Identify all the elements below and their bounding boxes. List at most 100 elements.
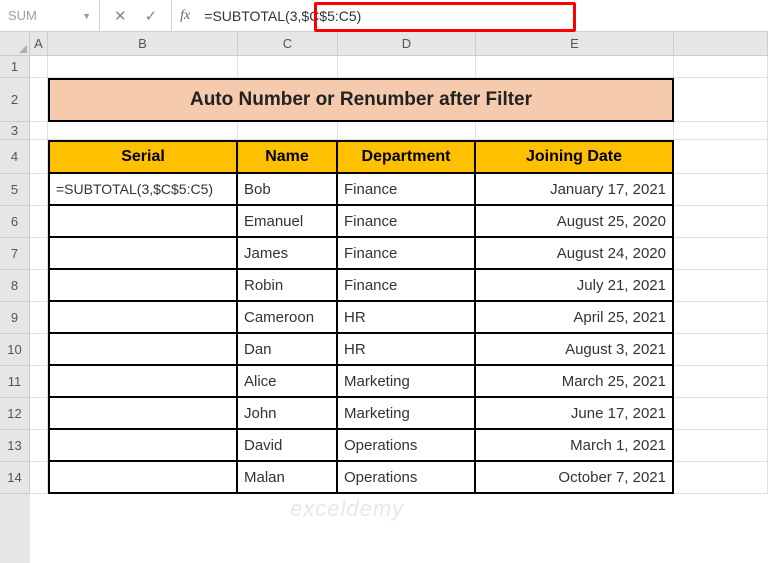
cell-serial[interactable]: [48, 238, 238, 270]
row-header-5[interactable]: 5: [0, 174, 30, 206]
col-header-B[interactable]: B: [48, 32, 238, 56]
cell-name[interactable]: Robin: [238, 270, 338, 302]
col-header-C[interactable]: C: [238, 32, 338, 56]
chevron-down-icon[interactable]: ▼: [82, 11, 91, 21]
cell[interactable]: [30, 366, 48, 398]
cell[interactable]: [476, 122, 674, 140]
cell-name[interactable]: David: [238, 430, 338, 462]
row-header-1[interactable]: 1: [0, 56, 30, 78]
col-header-D[interactable]: D: [338, 32, 476, 56]
row-header-9[interactable]: 9: [0, 302, 30, 334]
cell-name[interactable]: Emanuel: [238, 206, 338, 238]
cell[interactable]: [674, 462, 768, 494]
cell[interactable]: [30, 206, 48, 238]
row-header-4[interactable]: 4: [0, 140, 30, 174]
cell[interactable]: [30, 398, 48, 430]
cell[interactable]: [674, 270, 768, 302]
cell[interactable]: [30, 334, 48, 366]
cell[interactable]: [30, 174, 48, 206]
row-header-12[interactable]: 12: [0, 398, 30, 430]
cell-dept[interactable]: Finance: [338, 270, 476, 302]
col-header-A[interactable]: A: [30, 32, 48, 56]
cell[interactable]: [674, 398, 768, 430]
cell[interactable]: [30, 122, 48, 140]
cell[interactable]: [338, 122, 476, 140]
cell-serial[interactable]: [48, 334, 238, 366]
formula-input[interactable]: =SUBTOTAL(3,$C$5:C5): [198, 0, 768, 31]
cell-serial[interactable]: [48, 206, 238, 238]
cell[interactable]: [30, 140, 48, 174]
select-all-corner[interactable]: [0, 32, 30, 56]
cell-date[interactable]: August 25, 2020: [476, 206, 674, 238]
row-header-11[interactable]: 11: [0, 366, 30, 398]
cell[interactable]: [30, 270, 48, 302]
cell[interactable]: [238, 56, 338, 78]
cell[interactable]: [30, 238, 48, 270]
cell-name[interactable]: Dan: [238, 334, 338, 366]
cell[interactable]: [674, 56, 768, 78]
cell-serial[interactable]: [48, 366, 238, 398]
cell-serial[interactable]: [48, 398, 238, 430]
cell-dept[interactable]: Marketing: [338, 398, 476, 430]
cell[interactable]: [674, 174, 768, 206]
cell-dept[interactable]: Finance: [338, 238, 476, 270]
cell-serial[interactable]: [48, 302, 238, 334]
cell[interactable]: [30, 56, 48, 78]
col-header-E[interactable]: E: [476, 32, 674, 56]
cell-serial[interactable]: [48, 462, 238, 494]
cell-date[interactable]: October 7, 2021: [476, 462, 674, 494]
cell-dept[interactable]: Finance: [338, 206, 476, 238]
cell-editing[interactable]: =SUBTOTAL(3,$C$5:C5): [48, 174, 238, 206]
cell[interactable]: [30, 462, 48, 494]
cell[interactable]: [338, 56, 476, 78]
cell-date[interactable]: April 25, 2021: [476, 302, 674, 334]
cell-date[interactable]: August 24, 2020: [476, 238, 674, 270]
confirm-icon[interactable]: ✓: [145, 7, 158, 25]
cancel-icon[interactable]: ✕: [114, 7, 127, 25]
header-serial[interactable]: Serial: [48, 140, 238, 174]
cell-date[interactable]: March 25, 2021: [476, 366, 674, 398]
cell[interactable]: [674, 122, 768, 140]
cell-serial[interactable]: [48, 270, 238, 302]
cell-name[interactable]: Malan: [238, 462, 338, 494]
cell-name[interactable]: James: [238, 238, 338, 270]
cell-name[interactable]: Bob: [238, 174, 338, 206]
row-header-7[interactable]: 7: [0, 238, 30, 270]
row-header-2[interactable]: 2: [0, 78, 30, 122]
cell[interactable]: [238, 122, 338, 140]
cell[interactable]: [30, 430, 48, 462]
header-name[interactable]: Name: [238, 140, 338, 174]
cell-name[interactable]: Alice: [238, 366, 338, 398]
cell[interactable]: [674, 302, 768, 334]
cell-date[interactable]: July 21, 2021: [476, 270, 674, 302]
row-header-13[interactable]: 13: [0, 430, 30, 462]
cell-dept[interactable]: HR: [338, 334, 476, 366]
page-title[interactable]: Auto Number or Renumber after Filter: [48, 78, 674, 122]
row-header-8[interactable]: 8: [0, 270, 30, 302]
cell-name[interactable]: John: [238, 398, 338, 430]
row-header-14[interactable]: 14: [0, 462, 30, 494]
cell-name[interactable]: Cameroon: [238, 302, 338, 334]
cell-dept[interactable]: Operations: [338, 462, 476, 494]
cell-date[interactable]: March 1, 2021: [476, 430, 674, 462]
cell[interactable]: [30, 302, 48, 334]
cell-dept[interactable]: HR: [338, 302, 476, 334]
cell-dept[interactable]: Finance: [338, 174, 476, 206]
cell[interactable]: [674, 238, 768, 270]
cell[interactable]: [674, 206, 768, 238]
cell[interactable]: [674, 366, 768, 398]
header-joining-date[interactable]: Joining Date: [476, 140, 674, 174]
cell-date[interactable]: August 3, 2021: [476, 334, 674, 366]
col-header-blank[interactable]: [674, 32, 768, 56]
cell[interactable]: [48, 56, 238, 78]
fx-icon[interactable]: fx: [172, 8, 198, 24]
cell-dept[interactable]: Marketing: [338, 366, 476, 398]
row-header-10[interactable]: 10: [0, 334, 30, 366]
cell-serial[interactable]: [48, 430, 238, 462]
cell[interactable]: [674, 78, 768, 122]
header-department[interactable]: Department: [338, 140, 476, 174]
name-box[interactable]: SUM ▼: [0, 0, 100, 31]
cell[interactable]: [30, 78, 48, 122]
cell[interactable]: [674, 430, 768, 462]
row-header-3[interactable]: 3: [0, 122, 30, 140]
